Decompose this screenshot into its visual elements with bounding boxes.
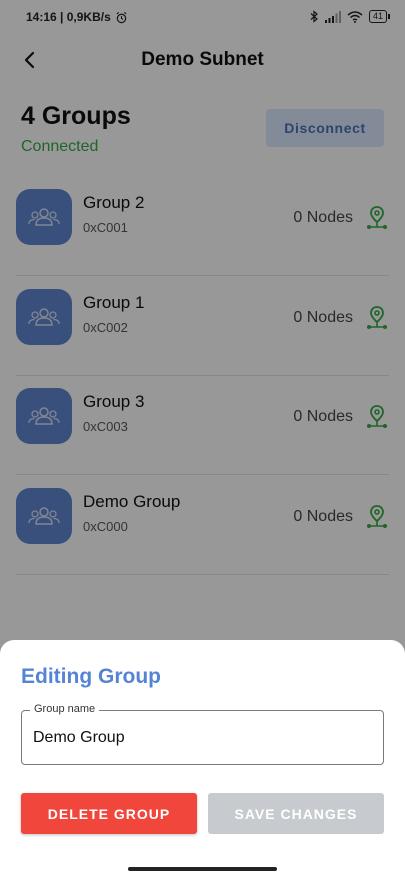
sheet-title: Editing Group xyxy=(21,665,161,688)
home-indicator xyxy=(128,867,277,871)
edit-group-sheet: Editing Group Group name DELETE GROUP SA… xyxy=(0,640,405,878)
group-name-field-label: Group name xyxy=(30,703,100,715)
group-name-field: Group name xyxy=(21,703,384,765)
delete-group-button[interactable]: DELETE GROUP xyxy=(21,793,197,834)
app-screen: 14:16 | 0,9KB/s 41 Demo Subnet 4 Groups … xyxy=(0,0,405,878)
save-changes-button[interactable]: SAVE CHANGES xyxy=(208,793,384,834)
group-name-input[interactable] xyxy=(33,729,363,747)
